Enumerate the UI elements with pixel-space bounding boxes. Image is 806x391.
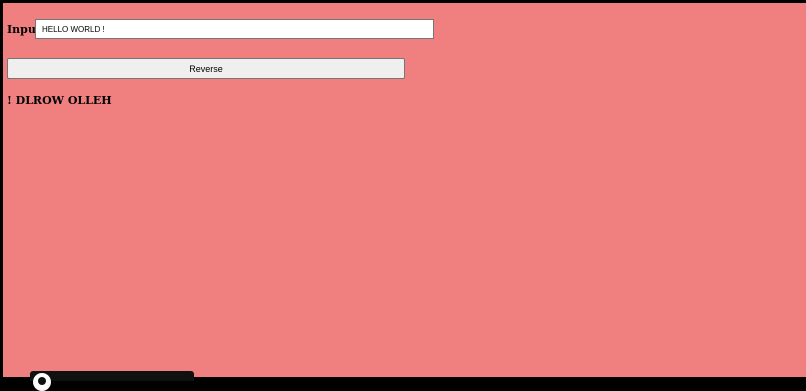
page: Input Reverse ! DLROW OLLEH [3, 3, 806, 391]
badge-logo-icon [33, 373, 51, 391]
reverse-button[interactable]: Reverse [7, 58, 405, 79]
floating-badge[interactable] [30, 371, 194, 391]
text-input[interactable] [35, 19, 434, 39]
reversed-output: ! DLROW OLLEH [7, 94, 112, 107]
